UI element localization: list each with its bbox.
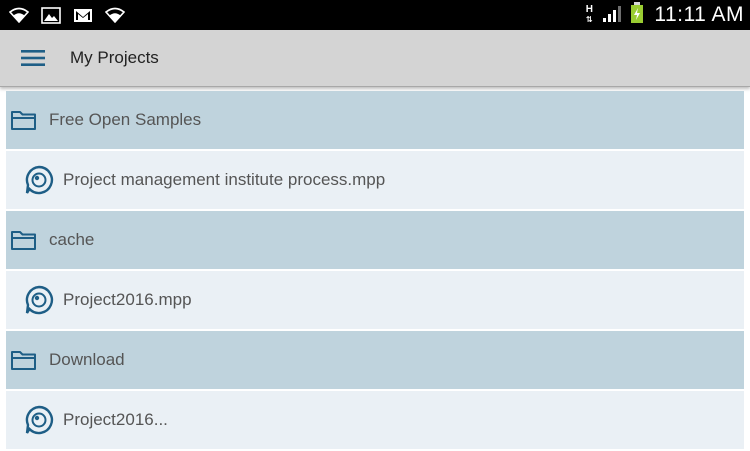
file-row[interactable]: Project2016... bbox=[6, 391, 744, 449]
signal-icon bbox=[602, 3, 624, 28]
folder-row[interactable]: Free Open Samples bbox=[6, 91, 744, 149]
network-type-indicator: H ⇅ bbox=[582, 5, 596, 25]
app-bar: My Projects bbox=[0, 30, 750, 87]
menu-icon bbox=[21, 50, 45, 66]
folder-row[interactable]: cache bbox=[6, 211, 744, 269]
gmail-icon bbox=[72, 5, 94, 25]
file-row[interactable]: Project2016.mpp bbox=[6, 271, 744, 329]
folder-icon bbox=[10, 227, 38, 253]
file-label: Project2016.mpp bbox=[63, 290, 192, 309]
file-row[interactable]: Project management institute process.mpp bbox=[6, 151, 744, 209]
project-file-icon bbox=[24, 405, 54, 435]
system-status: H ⇅ 11:11 AM bbox=[582, 1, 744, 29]
project-file-icon bbox=[24, 285, 54, 315]
folder-row[interactable]: Download bbox=[6, 331, 744, 389]
project-list: Free Open Samples Project management ins… bbox=[6, 91, 744, 451]
wifi-icon bbox=[8, 5, 30, 25]
folder-label: Download bbox=[49, 350, 125, 369]
folder-icon bbox=[10, 107, 38, 133]
folder-label: cache bbox=[49, 230, 95, 249]
wifi-icon bbox=[104, 5, 126, 25]
network-type-label: H bbox=[585, 4, 593, 15]
clock: 11:11 AM bbox=[654, 3, 744, 26]
image-icon bbox=[40, 5, 62, 25]
folder-icon bbox=[10, 347, 38, 373]
folder-label: Free Open Samples bbox=[49, 110, 202, 129]
menu-button[interactable] bbox=[16, 44, 50, 72]
file-label: Project management institute process.mpp bbox=[63, 170, 386, 189]
data-arrows-icon: ⇅ bbox=[586, 15, 593, 24]
notification-icons bbox=[8, 4, 126, 26]
page-title: My Projects bbox=[70, 48, 159, 67]
project-file-icon bbox=[24, 165, 54, 195]
file-label: Project2016... bbox=[63, 410, 168, 429]
status-bar: H ⇅ 11:11 AM bbox=[0, 0, 750, 30]
battery-icon bbox=[630, 1, 644, 29]
